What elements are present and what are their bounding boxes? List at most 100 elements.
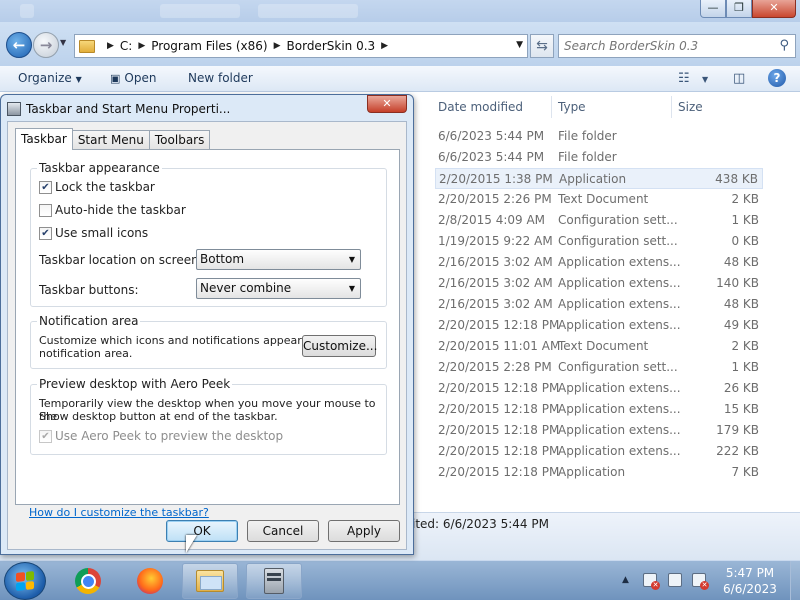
taskbar-tab-panel: Taskbar appearance ✔ Lock the taskbar Au… bbox=[15, 149, 400, 505]
column-divider[interactable] bbox=[551, 96, 552, 118]
apply-button[interactable]: Apply bbox=[328, 520, 400, 542]
network-icon[interactable] bbox=[668, 573, 682, 587]
table-row[interactable]: 6/6/2023 5:44 PM File folder bbox=[435, 126, 763, 147]
tab-taskbar[interactable]: Taskbar bbox=[15, 128, 73, 150]
file-type: Application extens... bbox=[558, 297, 681, 311]
table-row[interactable]: 2/20/2015 12:18 PM Application extens... 1… bbox=[435, 420, 763, 441]
taskbar-buttons-select[interactable]: Never combine ▼ bbox=[196, 278, 361, 299]
help-icon[interactable]: ? bbox=[768, 69, 786, 87]
group-title: Preview desktop with Aero Peek bbox=[37, 377, 233, 391]
table-row[interactable]: 2/20/2015 12:18 PM Application extens... 1… bbox=[435, 399, 763, 420]
view-options-icon[interactable]: ☷ bbox=[678, 71, 690, 86]
new-folder-button[interactable]: New folder bbox=[188, 71, 253, 85]
table-row[interactable]: 2/20/2015 12:18 PM Application extens... 4… bbox=[435, 315, 763, 336]
details-modified: ited: 6/6/2023 5:44 PM bbox=[412, 517, 549, 531]
table-row[interactable]: 2/16/2015 3:02 AM Application extens... 48… bbox=[435, 294, 763, 315]
file-type: Application extens... bbox=[558, 381, 681, 395]
volume-icon[interactable]: ✕ bbox=[692, 573, 709, 590]
taskbar-properties-dialog: Taskbar and Start Menu Properti... ✕ Tas… bbox=[0, 94, 414, 555]
select-value: Bottom bbox=[200, 252, 245, 266]
open-label: Open bbox=[124, 71, 157, 85]
search-icon[interactable]: ⚲ bbox=[779, 38, 789, 53]
back-button[interactable]: ← bbox=[6, 32, 32, 58]
explorer-titlebar[interactable]: — ❐ ✕ bbox=[0, 0, 800, 22]
table-row[interactable]: 2/20/2015 2:28 PM Configuration sett... 1 … bbox=[435, 357, 763, 378]
breadcrumb-borderskin[interactable]: BorderSkin 0.3 bbox=[287, 39, 376, 53]
table-row[interactable]: 2/20/2015 1:38 PM Application 438 KB bbox=[435, 168, 763, 189]
breadcrumb-drive[interactable]: C: bbox=[120, 39, 132, 53]
taskbar-properties[interactable] bbox=[246, 563, 302, 599]
taskbar-firefox[interactable] bbox=[122, 563, 178, 599]
show-desktop-button[interactable] bbox=[790, 561, 800, 600]
tab-toolbars[interactable]: Toolbars bbox=[148, 130, 211, 150]
maximize-button[interactable]: ❐ bbox=[726, 0, 752, 18]
taskbar-explorer[interactable] bbox=[182, 563, 238, 599]
forward-button[interactable]: → bbox=[33, 32, 59, 58]
table-row[interactable]: 2/20/2015 12:18 PM Application extens... 2… bbox=[435, 441, 763, 462]
column-header-type[interactable]: Type bbox=[558, 100, 586, 114]
table-row[interactable]: 2/20/2015 2:26 PM Text Document 2 KB bbox=[435, 189, 763, 210]
recent-pages-dropdown[interactable]: ▼ bbox=[60, 38, 66, 47]
close-button[interactable]: ✕ bbox=[752, 0, 796, 18]
table-row[interactable]: 2/8/2015 4:09 AM Configuration sett... 1 K… bbox=[435, 210, 763, 231]
file-type: Application extens... bbox=[558, 402, 681, 416]
lock-taskbar-checkbox[interactable]: ✔ Lock the taskbar bbox=[39, 180, 155, 194]
file-date: 2/20/2015 12:18 PM bbox=[438, 381, 560, 395]
dialog-title: Taskbar and Start Menu Properti... bbox=[26, 102, 231, 116]
file-size: 222 KB bbox=[716, 444, 759, 458]
open-button[interactable]: ▣ Open bbox=[110, 71, 156, 85]
preview-pane-icon[interactable]: ◫ bbox=[733, 71, 745, 86]
file-size: 2 KB bbox=[731, 339, 759, 353]
flag-icon[interactable]: ✕ bbox=[643, 573, 660, 590]
table-row[interactable]: 2/16/2015 3:02 AM Application extens... 48… bbox=[435, 252, 763, 273]
start-button[interactable] bbox=[4, 562, 46, 600]
location-label: Taskbar location on screen: bbox=[39, 253, 203, 267]
chevron-down-icon[interactable]: ▼ bbox=[516, 40, 523, 50]
buttons-label: Taskbar buttons: bbox=[39, 283, 139, 297]
file-date: 2/20/2015 12:18 PM bbox=[438, 318, 560, 332]
search-input[interactable] bbox=[564, 39, 764, 53]
column-header-date[interactable]: Date modified bbox=[438, 100, 523, 114]
tray-expand-icon[interactable]: ▲ bbox=[622, 575, 629, 585]
table-row[interactable]: 2/20/2015 12:18 PM Application 7 KB bbox=[435, 462, 763, 483]
column-divider[interactable] bbox=[671, 96, 672, 118]
folder-icon bbox=[79, 39, 95, 53]
file-date: 2/20/2015 2:26 PM bbox=[438, 192, 552, 206]
chevron-down-icon[interactable]: ▼ bbox=[702, 75, 708, 84]
tab-start-menu[interactable]: Start Menu bbox=[71, 130, 150, 150]
clock[interactable]: 5:47 PM 6/6/2023 bbox=[712, 565, 788, 597]
file-size: 26 KB bbox=[723, 381, 759, 395]
checkbox-box[interactable]: ✔ bbox=[39, 226, 52, 240]
column-header-size[interactable]: Size bbox=[678, 100, 703, 114]
checkbox-box[interactable] bbox=[39, 203, 52, 217]
address-bar[interactable]: ▶ C: ▶ Program Files (x86) ▶ BorderSkin … bbox=[74, 34, 528, 58]
file-size: 438 KB bbox=[715, 172, 758, 186]
ok-button[interactable]: OK bbox=[166, 520, 238, 542]
minimize-button[interactable]: — bbox=[700, 0, 726, 18]
chevron-right-icon[interactable]: ▶ bbox=[138, 41, 145, 51]
customize-button[interactable]: Customize... bbox=[302, 335, 377, 357]
table-row[interactable]: 6/6/2023 5:44 PM File folder bbox=[435, 147, 763, 168]
table-row[interactable]: 2/20/2015 12:18 PM Application extens... 2… bbox=[435, 378, 763, 399]
chevron-right-icon[interactable]: ▶ bbox=[381, 41, 388, 51]
table-row[interactable]: 1/19/2015 9:22 AM Configuration sett... 0 … bbox=[435, 231, 763, 252]
refresh-button[interactable]: ⇆ bbox=[530, 34, 554, 58]
chevron-right-icon[interactable]: ▶ bbox=[274, 41, 281, 51]
cancel-button[interactable]: Cancel bbox=[247, 520, 319, 542]
search-box[interactable]: ⚲ bbox=[558, 34, 796, 58]
autohide-checkbox[interactable]: Auto-hide the taskbar bbox=[39, 203, 186, 217]
file-type: Application extens... bbox=[558, 444, 681, 458]
small-icons-checkbox[interactable]: ✔ Use small icons bbox=[39, 226, 148, 240]
dialog-close-button[interactable]: ✕ bbox=[367, 95, 407, 113]
dialog-titlebar[interactable]: Taskbar and Start Menu Properti... bbox=[7, 99, 230, 119]
taskbar-chrome[interactable] bbox=[60, 563, 116, 599]
table-row[interactable]: 2/20/2015 11:01 AM Text Document 2 KB bbox=[435, 336, 763, 357]
chevron-right-icon[interactable]: ▶ bbox=[107, 41, 114, 51]
breadcrumb-program-files[interactable]: Program Files (x86) bbox=[151, 39, 267, 53]
checkbox-box[interactable]: ✔ bbox=[39, 180, 52, 194]
location-select[interactable]: Bottom ▼ bbox=[196, 249, 361, 270]
table-row[interactable]: 2/16/2015 3:02 AM Application extens... 14… bbox=[435, 273, 763, 294]
taskbar: ▲ ✕ ✕ 5:47 PM 6/6/2023 bbox=[0, 560, 800, 600]
help-link[interactable]: How do I customize the taskbar? bbox=[29, 506, 209, 519]
organize-button[interactable]: Organize ▼ bbox=[18, 71, 82, 85]
